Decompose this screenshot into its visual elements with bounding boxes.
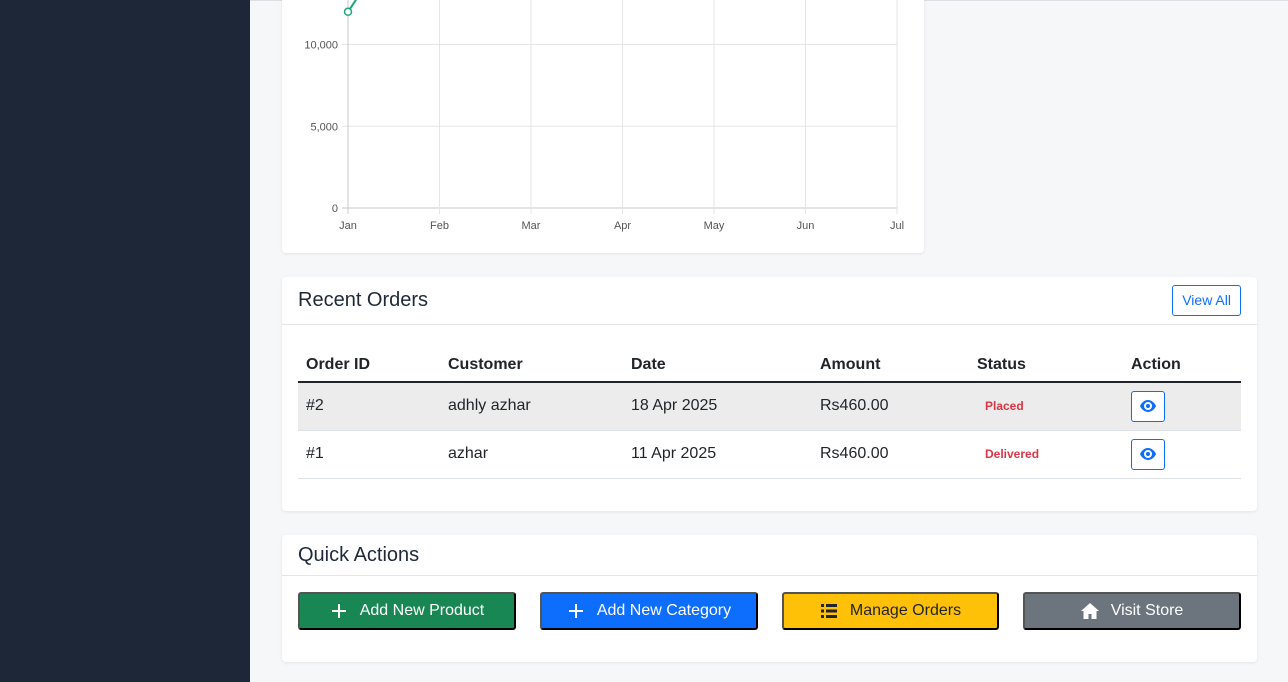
- x-tick-label: Jan: [339, 220, 357, 232]
- x-tick-label: Mar: [522, 220, 541, 232]
- quick-actions-title: Quick Actions: [298, 544, 420, 566]
- y-tick-label: 5,000: [310, 121, 338, 133]
- view-order-button[interactable]: [1131, 390, 1165, 422]
- status-badge: Delivered: [985, 447, 1040, 461]
- x-tick-label: Apr: [614, 220, 631, 232]
- date-cell: 11 Apr 2025: [623, 430, 812, 479]
- column-header-amount: Amount: [812, 348, 969, 383]
- add-new-product-label: Add New Product: [359, 602, 485, 619]
- action-cell: [1123, 382, 1241, 431]
- eye-icon: [1140, 400, 1156, 413]
- recent-orders-card: Recent Orders View All Order ID Customer…: [282, 277, 1257, 511]
- sidebar: [0, 0, 250, 682]
- order-id-cell: #2: [298, 382, 440, 431]
- plus-icon: [567, 602, 585, 620]
- orders-table: Order ID Customer Date Amount Status Act…: [298, 348, 1241, 479]
- x-tick-label: Jul: [890, 220, 904, 232]
- list-icon: [820, 602, 838, 620]
- x-tick-label: May: [704, 220, 725, 232]
- y-tick-label: 0: [332, 203, 338, 215]
- customer-cell: adhly azhar: [440, 382, 623, 431]
- action-cell: [1123, 430, 1241, 479]
- visit-store-button[interactable]: Visit Store: [1023, 592, 1241, 630]
- view-all-orders-button[interactable]: View All: [1172, 285, 1241, 316]
- column-header-customer: Customer: [440, 348, 623, 383]
- y-tick-label: 10,000: [304, 40, 338, 52]
- column-header-status: Status: [969, 348, 1123, 383]
- column-header-order-id: Order ID: [298, 348, 440, 383]
- amount-cell: Rs460.00: [812, 430, 969, 479]
- date-cell: 18 Apr 2025: [623, 382, 812, 431]
- data-point: [343, 7, 353, 17]
- sales-chart-card: 0 5,000 10,000 Jan Feb Mar Apr May Jun Jul: [282, 0, 924, 253]
- home-icon: [1080, 602, 1099, 620]
- plus-icon: [330, 602, 348, 620]
- add-new-product-button[interactable]: Add New Product: [298, 592, 516, 630]
- column-header-action: Action: [1123, 348, 1241, 383]
- manage-orders-button[interactable]: Manage Orders: [782, 592, 999, 630]
- order-id-cell: #1: [298, 430, 440, 479]
- manage-orders-label: Manage Orders: [849, 602, 962, 619]
- column-header-date: Date: [623, 348, 812, 383]
- add-new-category-button[interactable]: Add New Category: [540, 592, 758, 630]
- eye-icon: [1140, 448, 1156, 460]
- sales-line-chart: 0 5,000 10,000 Jan Feb Mar Apr May Jun Jul: [304, 0, 904, 232]
- customer-cell: azhar: [440, 430, 623, 479]
- quick-actions-header: Quick Actions: [282, 535, 1257, 576]
- status-cell: Delivered: [969, 430, 1123, 479]
- table-row: #1 azhar 11 Apr 2025 Rs460.00 Delivered: [298, 430, 1241, 479]
- view-order-button[interactable]: [1131, 438, 1165, 470]
- x-tick-label: Feb: [430, 220, 449, 232]
- status-badge: Placed: [985, 399, 1024, 414]
- visit-store-label: Visit Store: [1110, 602, 1184, 619]
- recent-orders-title: Recent Orders: [298, 289, 429, 311]
- add-new-category-label: Add New Category: [596, 602, 732, 619]
- x-tick-label: Jun: [797, 220, 815, 232]
- recent-orders-header: Recent Orders View All: [282, 277, 1257, 325]
- table-row: #2 adhly azhar 18 Apr 2025 Rs460.00 Plac…: [298, 382, 1241, 431]
- quick-actions-card: Quick Actions Add New Product Add New Ca…: [282, 535, 1257, 662]
- amount-cell: Rs460.00: [812, 382, 969, 431]
- status-cell: Placed: [969, 382, 1123, 431]
- orders-table-header-row: Order ID Customer Date Amount Status Act…: [298, 348, 1241, 383]
